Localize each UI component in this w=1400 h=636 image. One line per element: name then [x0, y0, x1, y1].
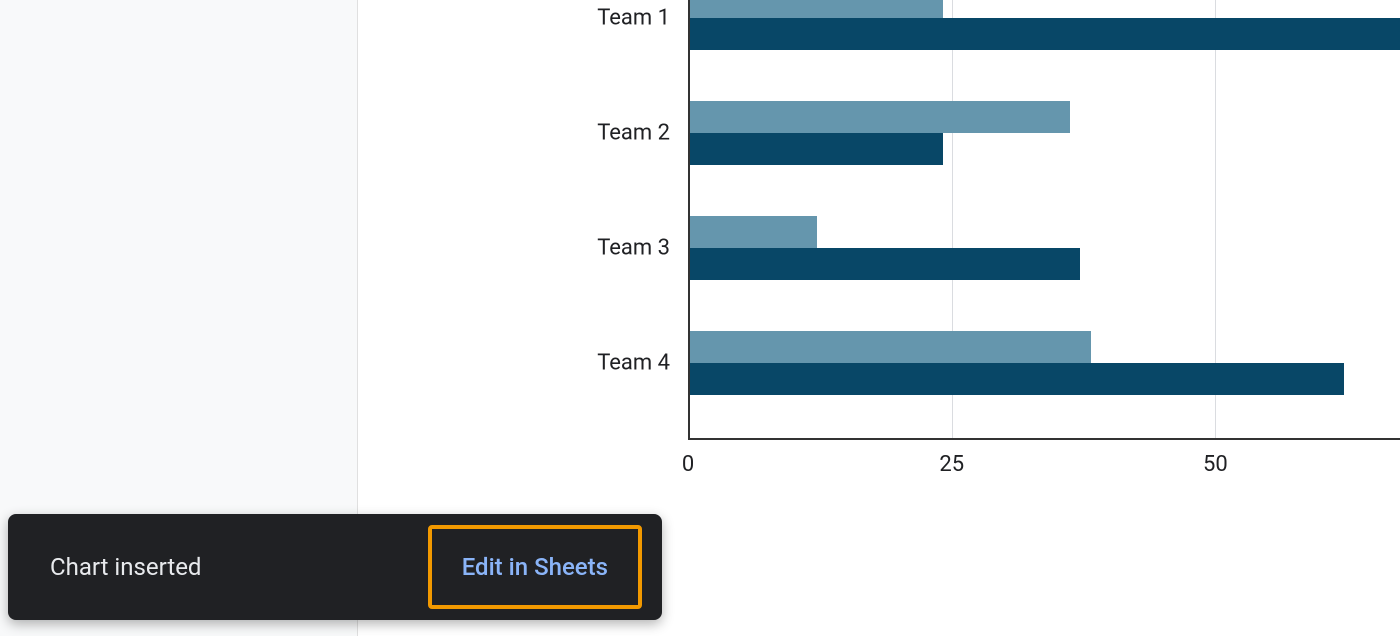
category-label: Team 1: [597, 5, 670, 30]
toast-notification: Chart inserted Edit in Sheets: [8, 514, 662, 620]
bar-team3-seriesA[interactable]: [690, 216, 817, 248]
bar-team4-seriesA[interactable]: [690, 331, 1091, 363]
bar-team2-seriesA[interactable]: [690, 101, 1070, 133]
bar-team1-seriesA[interactable]: [690, 0, 943, 18]
x-axis: [688, 438, 1400, 440]
edit-in-sheets-button[interactable]: Edit in Sheets: [428, 525, 642, 609]
category-label: Team 4: [597, 350, 670, 375]
y-axis: [688, 0, 690, 440]
bar-team1-seriesB[interactable]: [690, 18, 1400, 50]
toast-message: Chart inserted: [50, 553, 201, 581]
bar-team3-seriesB[interactable]: [690, 248, 1080, 280]
category-label: Team 3: [597, 235, 670, 260]
bar-team2-seriesB[interactable]: [690, 133, 943, 165]
x-tick-label: 50: [1203, 452, 1228, 477]
chart-plot[interactable]: 0 25 50 Team 1 Team 2 Team 3 Team 4: [688, 0, 1400, 440]
x-tick-label: 0: [682, 452, 694, 477]
bar-team4-seriesB[interactable]: [690, 363, 1344, 395]
x-tick-label: 25: [939, 452, 964, 477]
chart-container: 0 25 50 Team 1 Team 2 Team 3 Team 4: [358, 0, 1400, 500]
category-label: Team 2: [597, 120, 670, 145]
